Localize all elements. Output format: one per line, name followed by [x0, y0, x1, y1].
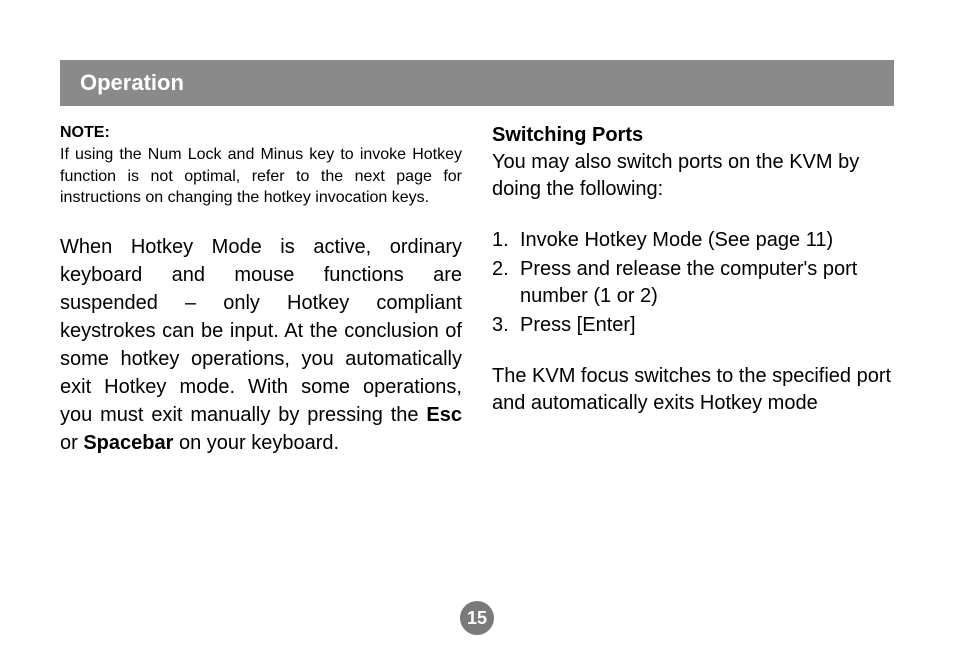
step-item: 3. Press [Enter] [492, 312, 894, 339]
page-number: 15 [467, 608, 487, 629]
switching-ports-intro: You may also switch ports on the KVM by … [492, 149, 894, 203]
page-number-badge: 15 [460, 601, 494, 635]
body-or: or [60, 432, 83, 454]
switching-ports-heading: Switching Ports [492, 124, 894, 147]
step-number: 1. [492, 227, 520, 254]
body-post: on your keyboard. [173, 432, 339, 454]
right-column: Switching Ports You may also switch port… [492, 124, 894, 457]
step-item: 1. Invoke Hotkey Mode (See page 11) [492, 227, 894, 254]
body-paragraph: When Hotkey Mode is active, ordinary key… [60, 233, 462, 457]
note-text: If using the Num Lock and Minus key to i… [60, 144, 462, 209]
left-column: NOTE: If using the Num Lock and Minus ke… [60, 124, 462, 457]
step-text: Invoke Hotkey Mode (See page 11) [520, 227, 833, 254]
step-item: 2. Press and release the computer's port… [492, 256, 894, 310]
step-text: Press [Enter] [520, 312, 636, 339]
switching-ports-outro: The KVM focus switches to the specified … [492, 363, 894, 417]
note-heading: NOTE: [60, 124, 462, 142]
steps-list: 1. Invoke Hotkey Mode (See page 11) 2. P… [492, 227, 894, 339]
step-text: Press and release the computer's port nu… [520, 256, 894, 310]
body-pre: When Hotkey Mode is active, ordinary key… [60, 236, 462, 426]
section-title: Operation [80, 70, 184, 95]
step-number: 2. [492, 256, 520, 310]
esc-key: Esc [426, 404, 462, 426]
section-header: Operation [60, 60, 894, 106]
content-area: NOTE: If using the Num Lock and Minus ke… [60, 124, 894, 457]
spacebar-key: Spacebar [83, 432, 173, 454]
step-number: 3. [492, 312, 520, 339]
